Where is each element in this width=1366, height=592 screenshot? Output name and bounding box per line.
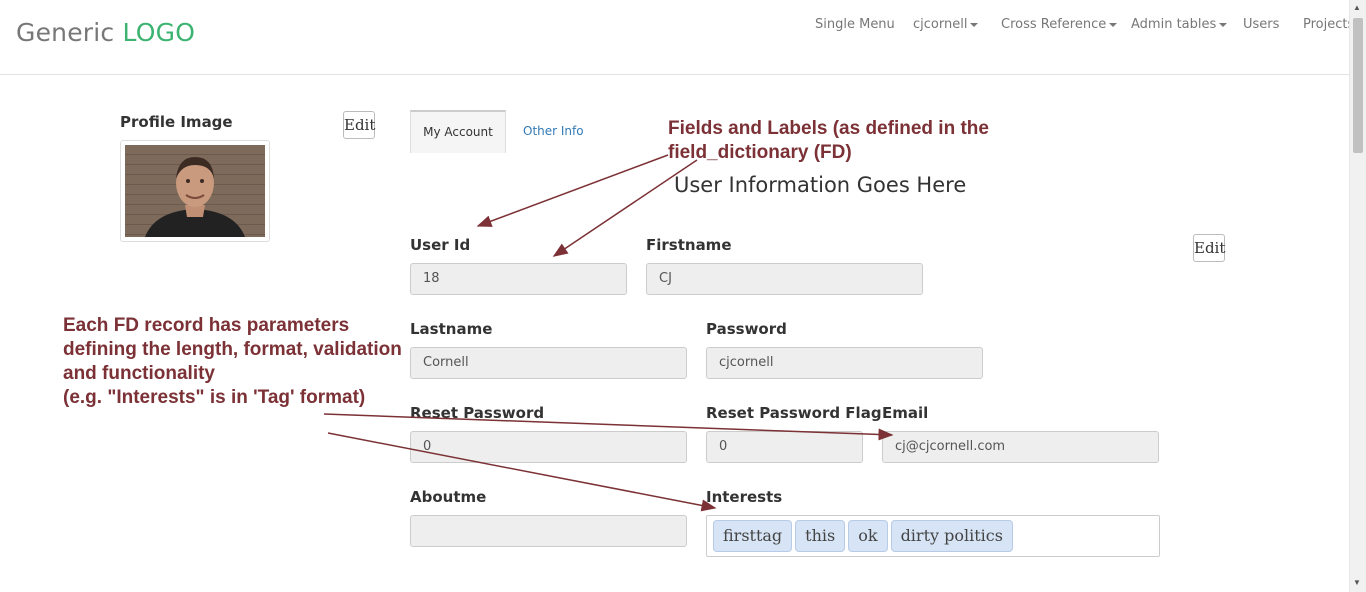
firstname-field[interactable]: CJ [646,263,923,295]
reset-password-label: Reset Password [410,404,545,422]
annotation-line: Each FD record has parameters [63,315,350,336]
nav-item-label: Cross Reference [1001,17,1107,32]
edit-profile-image-button[interactable]: Edit [343,111,375,139]
interests-tag-input[interactable]: firsttag this ok dirty politics [706,515,1160,557]
interest-tag[interactable]: firsttag [713,520,793,552]
nav-item-admin-tables[interactable]: Admin tables [1131,17,1228,32]
annotation-line: defining the length, format, validation [63,339,402,360]
user-id-label: User Id [410,236,471,254]
caret-down-icon [970,22,979,27]
lastname-label: Lastname [410,320,493,338]
nav-item-label: Admin tables [1131,17,1217,32]
interest-tag[interactable]: this [795,520,846,552]
scrollbar-thumb[interactable] [1353,18,1363,153]
email-field[interactable]: cj@cjcornell.com [882,431,1159,463]
scroll-up-arrow-icon[interactable]: ▲ [1353,3,1361,12]
top-navbar: Generic LOGO Single Menu cjcornell Cross… [0,0,1354,75]
nav-item-label: Single Menu [815,17,895,32]
page-scrollbar[interactable]: ▲ ▼ [1349,0,1366,592]
annotation-line: and functionality [63,363,215,384]
annotation-arrows [323,154,894,512]
password-field[interactable]: cjcornell [706,347,983,379]
arrow-to-user-id-label [476,154,669,227]
aboutme-field[interactable] [410,515,687,547]
nav-item-cross-reference[interactable]: Cross Reference [1001,17,1118,32]
nav-item-label: Users [1243,17,1280,32]
nav-item-single-menu[interactable]: Single Menu [815,17,895,32]
nav-item-label: Projects [1303,17,1355,32]
nav-item-label: cjcornell [913,17,968,32]
profile-photo-portrait [145,157,245,237]
fields-labels-annotation: Fields and Labels (as defined in the fie… [668,117,989,165]
annotation-line: Fields and Labels (as defined in the [668,118,989,139]
firstname-label: Firstname [646,236,732,254]
fd-record-annotation: Each FD record has parameters defining t… [63,314,402,410]
tab-other-info[interactable]: Other Info [523,124,584,138]
lastname-field[interactable]: Cornell [410,347,687,379]
brand-logo[interactable]: Generic LOGO [16,18,195,47]
interest-tag[interactable]: dirty politics [890,520,1013,552]
email-label: Email [882,404,929,422]
annotation-line: field_dictionary (FD) [668,142,852,163]
profile-image-frame [120,140,270,242]
nav-item-projects[interactable]: Projects [1303,17,1354,32]
brand-accent: LOGO [122,18,196,47]
annotation-line: (e.g. "Interests" is in 'Tag' format) [63,387,366,408]
nav-item-user-menu[interactable]: cjcornell [913,17,979,32]
scroll-down-arrow-icon[interactable]: ▼ [1353,578,1361,587]
profile-image-title: Profile Image [120,113,233,131]
reset-password-flag-field[interactable]: 0 [706,431,863,463]
tab-my-account[interactable]: My Account [410,110,506,153]
caret-down-icon [1109,22,1118,27]
reset-password-flag-label: Reset Password Flag [706,404,882,422]
brand-prefix: Generic [16,18,115,47]
interest-tag[interactable]: ok [848,520,888,552]
edit-user-info-button[interactable]: Edit [1193,234,1225,262]
aboutme-label: Aboutme [410,488,487,506]
caret-down-icon [1219,22,1228,27]
user-id-field[interactable]: 18 [410,263,627,295]
password-label: Password [706,320,787,338]
profile-photo [125,145,265,237]
interests-label: Interests [706,488,783,506]
reset-password-field[interactable]: 0 [410,431,687,463]
form-heading: User Information Goes Here [674,173,967,197]
nav-item-users[interactable]: Users [1243,17,1279,32]
